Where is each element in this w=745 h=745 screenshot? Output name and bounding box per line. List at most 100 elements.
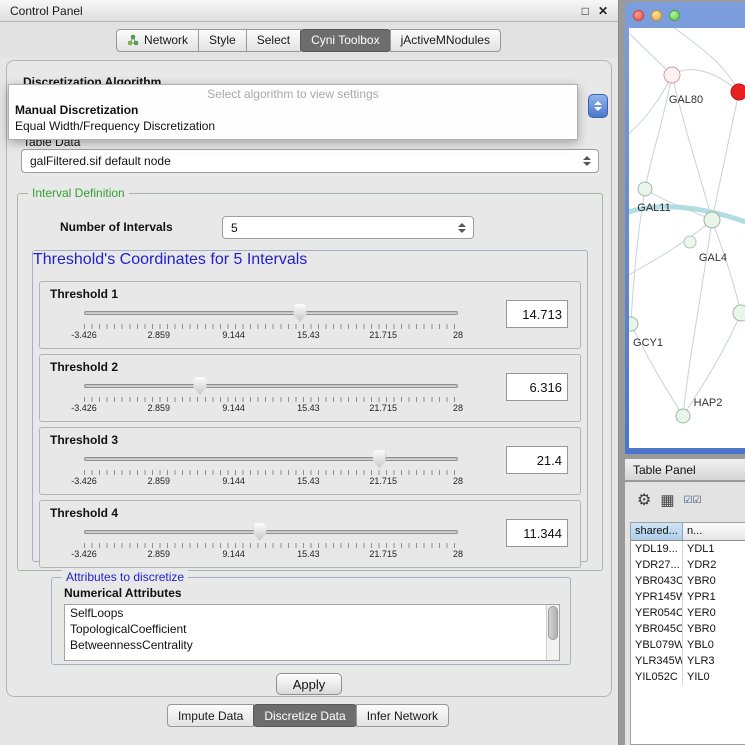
network-node-hap2[interactable] xyxy=(676,409,690,423)
slider-track[interactable] xyxy=(84,530,458,534)
network-view-window[interactable]: GAL80 GAL11 GAL4 GCY1 HAP2 xyxy=(625,2,745,454)
columns-icon[interactable]: ▦ xyxy=(660,491,674,509)
scrollbar-thumb[interactable] xyxy=(548,606,558,640)
slider-thumb[interactable] xyxy=(253,523,266,541)
cell-shared-name[interactable]: YLR345W xyxy=(631,653,683,669)
cell-name[interactable]: YER0 xyxy=(683,605,745,621)
table-row[interactable]: YBL079WYBL0 xyxy=(631,637,745,653)
close-icon[interactable]: ✕ xyxy=(598,4,608,18)
minimize-traffic-icon[interactable] xyxy=(651,10,662,21)
list-item[interactable]: TopologicalCoefficient xyxy=(65,621,559,637)
tick-label: 2.859 xyxy=(148,330,171,340)
tab-discretize-data[interactable]: Discretize Data xyxy=(253,704,356,727)
tab-cyni-toolbox[interactable]: Cyni Toolbox xyxy=(300,29,390,52)
cell-shared-name[interactable]: YER054C xyxy=(631,605,683,621)
zoom-traffic-icon[interactable] xyxy=(669,10,680,21)
tab-jactivemnodules[interactable]: jActiveMNodules xyxy=(390,29,501,52)
cell-shared-name[interactable]: YBR045C xyxy=(631,621,683,637)
window-traffic-lights xyxy=(633,10,680,21)
select-none-checkbox-icon[interactable]: ☑ xyxy=(693,495,702,506)
num-intervals-combobox[interactable]: 5 xyxy=(222,216,474,239)
network-canvas[interactable]: GAL80 GAL11 GAL4 GCY1 HAP2 xyxy=(629,28,745,448)
algorithm-combo-arrows-icon[interactable] xyxy=(588,94,608,118)
dropdown-option-manual-discretization[interactable]: Manual Discretization xyxy=(9,102,577,118)
apply-button[interactable]: Apply xyxy=(276,673,342,695)
table-row[interactable]: YPR145WYPR1 xyxy=(631,589,745,605)
table-data-combobox[interactable]: galFiltered.sif default node xyxy=(21,149,599,173)
tab-style[interactable]: Style xyxy=(198,29,247,52)
control-panel-titlebar: Control Panel □ ✕ xyxy=(0,0,618,22)
threshold-slider[interactable]: -3.426 2.859 9.144 15.43 21.715 28 xyxy=(84,450,458,486)
cell-name[interactable]: YDR2 xyxy=(683,557,745,573)
cell-shared-name[interactable]: YDL19... xyxy=(631,541,683,557)
cell-name[interactable]: YLR3 xyxy=(683,653,745,669)
list-item[interactable]: SelfLoops xyxy=(65,605,559,621)
select-all-checkbox-icon[interactable]: ☑ xyxy=(684,495,693,506)
slider-thumb[interactable] xyxy=(293,304,306,322)
table-row[interactable]: YER054CYER0 xyxy=(631,605,745,621)
tab-infer-network[interactable]: Infer Network xyxy=(356,704,449,727)
list-item[interactable]: BetweennessCentrality xyxy=(65,637,559,653)
slider-ticks xyxy=(84,397,458,402)
slider-thumb[interactable] xyxy=(193,377,206,395)
network-node[interactable] xyxy=(733,305,745,321)
tab-label: Infer Network xyxy=(367,709,438,723)
cell-shared-name[interactable]: YBR043C xyxy=(631,573,683,589)
threshold-slider[interactable]: -3.426 2.859 9.144 15.43 21.715 28 xyxy=(84,304,458,340)
cell-name[interactable]: YDL1 xyxy=(683,541,745,557)
threshold-value-field[interactable]: 14.713 xyxy=(506,300,568,328)
cell-name[interactable]: YIL0 xyxy=(683,669,745,685)
network-node[interactable] xyxy=(704,212,720,228)
float-window-icon[interactable]: □ xyxy=(582,4,589,18)
slider-track[interactable] xyxy=(84,311,458,315)
network-node-gal4[interactable] xyxy=(684,236,696,248)
table-row[interactable]: YIL052CYIL0 xyxy=(631,669,745,685)
table-panel: ⚙ ▦ ☑☑ shared... n... YDL19...YDL1 YDR27… xyxy=(625,482,745,745)
network-node-gcy1[interactable] xyxy=(629,317,638,331)
cell-name[interactable]: YBL0 xyxy=(683,637,745,653)
node-label: HAP2 xyxy=(694,397,723,409)
cell-shared-name[interactable]: YDR27... xyxy=(631,557,683,573)
cell-name[interactable]: YPR1 xyxy=(683,589,745,605)
attributes-listbox[interactable]: SelfLoops TopologicalCoefficient Between… xyxy=(64,604,560,661)
table-row[interactable]: YLR345WYLR3 xyxy=(631,653,745,669)
network-node-gal80[interactable] xyxy=(664,67,680,83)
tab-select[interactable]: Select xyxy=(246,29,301,52)
listbox-scrollbar[interactable] xyxy=(546,605,559,660)
threshold-value-field[interactable]: 21.4 xyxy=(506,446,568,474)
cell-shared-name[interactable]: YBL079W xyxy=(631,637,683,653)
cell-name[interactable]: YBR0 xyxy=(683,621,745,637)
network-node-gal11[interactable] xyxy=(638,182,652,196)
dropdown-option-equal-width[interactable]: Equal Width/Frequency Discretization xyxy=(9,118,577,134)
threshold-value-field[interactable]: 6.316 xyxy=(506,373,568,401)
table-row[interactable]: YBR043CYBR0 xyxy=(631,573,745,589)
tick-label: 9.144 xyxy=(222,330,245,340)
threshold-slider[interactable]: -3.426 2.859 9.144 15.43 21.715 28 xyxy=(84,523,458,559)
cell-shared-name[interactable]: YIL052C xyxy=(631,669,683,685)
threshold-panel: Threshold 2 -3.426 2.859 9.144 15.43 21.… xyxy=(39,354,581,422)
cell-shared-name[interactable]: YPR145W xyxy=(631,589,683,605)
table-row[interactable]: YDL19...YDL1 xyxy=(631,541,745,557)
threshold-label: Threshold 3 xyxy=(50,433,118,447)
threshold-value-field[interactable]: 11.344 xyxy=(506,519,568,547)
cell-name[interactable]: YBR0 xyxy=(683,573,745,589)
column-header-name[interactable]: n... xyxy=(683,523,745,540)
tab-network[interactable]: Network xyxy=(116,29,199,52)
tab-impute-data[interactable]: Impute Data xyxy=(167,704,254,727)
threshold-slider[interactable]: -3.426 2.859 9.144 15.43 21.715 28 xyxy=(84,377,458,413)
updown-arrows-icon xyxy=(580,156,594,166)
table-row[interactable]: YBR045CYBR0 xyxy=(631,621,745,637)
table-row[interactable]: YDR27...YDR2 xyxy=(631,557,745,573)
gear-icon[interactable]: ⚙ xyxy=(637,490,651,510)
tick-label: 2.859 xyxy=(148,476,171,486)
slider-track[interactable] xyxy=(84,384,458,388)
close-traffic-icon[interactable] xyxy=(633,10,644,21)
tick-label: 15.43 xyxy=(297,403,320,413)
slider-track[interactable] xyxy=(84,457,458,461)
column-header-shared-name[interactable]: shared... xyxy=(631,523,683,540)
table-header-row: shared... n... xyxy=(631,523,745,541)
tick-label: 9.144 xyxy=(222,549,245,559)
thresholds-group: Threshold's Coordinates for 5 Intervals … xyxy=(32,250,588,562)
network-node-red[interactable] xyxy=(731,84,745,100)
slider-thumb[interactable] xyxy=(373,450,386,468)
